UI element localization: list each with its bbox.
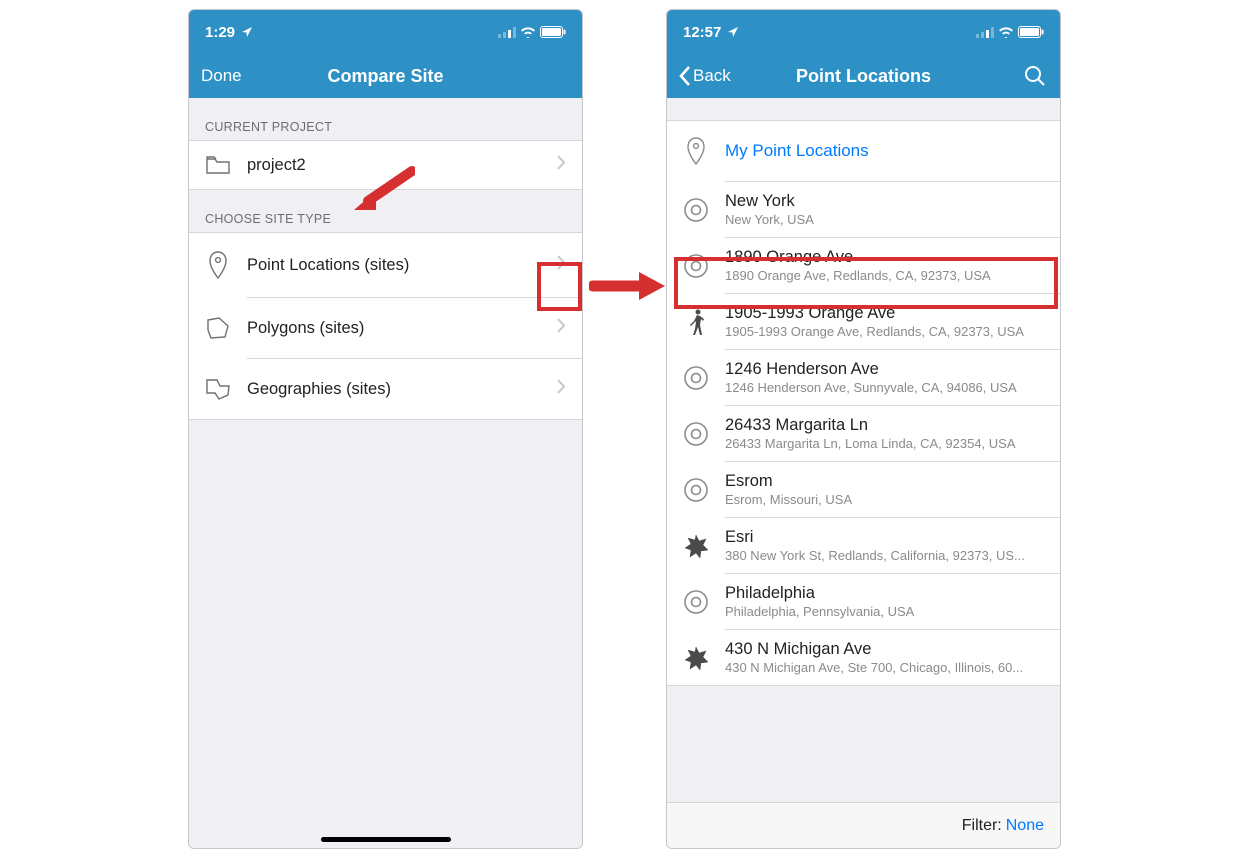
location-services-icon: [241, 26, 253, 38]
chevron-right-icon: [555, 155, 568, 175]
site-type-label: Polygons (sites): [247, 319, 541, 338]
radio-icon: [681, 253, 711, 279]
section-site-type: CHOOSE SITE TYPE: [189, 190, 582, 232]
nav-bar: Back Point Locations: [667, 54, 1060, 98]
location-row[interactable]: 26433 Margarita Ln26433 Margarita Ln, Lo…: [667, 406, 1060, 461]
site-type-label: Point Locations (sites): [247, 256, 541, 275]
geography-icon: [203, 377, 233, 401]
back-label: Back: [693, 66, 731, 86]
search-icon: [1024, 65, 1046, 87]
wifi-icon: [998, 26, 1014, 38]
status-icons: [976, 26, 1044, 38]
status-icons: [498, 26, 566, 38]
filter-value-button[interactable]: None: [1006, 817, 1044, 835]
nav-bar: Done Compare Site: [189, 54, 582, 98]
status-time-group: 1:29: [205, 24, 253, 41]
filter-label: Filter:: [962, 817, 1002, 835]
walk-icon: [681, 308, 711, 336]
phone-compare-site: 1:29 Done Compare Site CURRENT PROJECT p…: [188, 9, 583, 849]
location-subtitle: New York, USA: [725, 212, 1046, 227]
back-button[interactable]: Back: [679, 66, 731, 86]
project-row[interactable]: project2: [189, 141, 582, 189]
battery-icon: [1018, 26, 1044, 38]
my-point-locations-label: My Point Locations: [725, 141, 1046, 161]
section-current-project: CURRENT PROJECT: [189, 98, 582, 140]
location-row[interactable]: 1905-1993 Orange Ave1905-1993 Orange Ave…: [667, 294, 1060, 349]
list-container: My Point Locations New YorkNew York, USA…: [667, 120, 1060, 686]
radio-icon: [681, 197, 711, 223]
location-subtitle: 1905-1993 Orange Ave, Redlands, CA, 9237…: [725, 324, 1046, 339]
location-title: Esri: [725, 528, 1046, 547]
location-row[interactable]: Esri380 New York St, Redlands, Californi…: [667, 518, 1060, 573]
location-title: 1890 Orange Ave: [725, 248, 1046, 267]
location-row[interactable]: 430 N Michigan Ave430 N Michigan Ave, St…: [667, 630, 1060, 685]
location-title: New York: [725, 192, 1046, 211]
site-type-geographies[interactable]: Geographies (sites): [189, 359, 582, 419]
status-time-group: 12:57: [683, 24, 739, 41]
project-name: project2: [247, 156, 541, 175]
phone-point-locations: 12:57 Back Point Locations My Point Loca…: [666, 9, 1061, 849]
location-title: Philadelphia: [725, 584, 1046, 603]
filter-footer: Filter: None: [667, 802, 1060, 848]
location-row[interactable]: PhiladelphiaPhiladelphia, Pennsylvania, …: [667, 574, 1060, 629]
polygon-icon: [203, 316, 233, 340]
location-title: Esrom: [725, 472, 1046, 491]
location-subtitle: 1246 Henderson Ave, Sunnyvale, CA, 94086…: [725, 380, 1046, 395]
status-time: 1:29: [205, 24, 235, 41]
cellular-signal-icon: [498, 27, 516, 38]
location-subtitle: 380 New York St, Redlands, California, 9…: [725, 548, 1046, 563]
my-point-locations-row[interactable]: My Point Locations: [667, 121, 1060, 181]
pin-outline-icon: [681, 137, 711, 165]
location-subtitle: Philadelphia, Pennsylvania, USA: [725, 604, 1046, 619]
location-row[interactable]: EsromEsrom, Missouri, USA: [667, 462, 1060, 517]
nav-title: Point Locations: [796, 66, 931, 87]
location-subtitle: 26433 Margarita Ln, Loma Linda, CA, 9235…: [725, 436, 1046, 451]
project-row-container: project2: [189, 140, 582, 190]
chevron-right-icon: [555, 255, 568, 275]
location-title: 430 N Michigan Ave: [725, 640, 1046, 659]
home-indicator: [321, 837, 451, 842]
radio-icon: [681, 365, 711, 391]
site-type-point-locations[interactable]: Point Locations (sites): [189, 233, 582, 297]
location-services-icon: [727, 26, 739, 38]
site-type-label: Geographies (sites): [247, 380, 541, 399]
starburst-icon: [681, 645, 711, 671]
folder-icon: [203, 155, 233, 175]
site-type-polygons[interactable]: Polygons (sites): [189, 298, 582, 358]
chevron-right-icon: [555, 318, 568, 338]
pin-icon: [203, 251, 233, 279]
site-type-list: Point Locations (sites) Polygons (sites): [189, 232, 582, 420]
done-button[interactable]: Done: [201, 66, 242, 86]
location-subtitle: 1890 Orange Ave, Redlands, CA, 92373, US…: [725, 268, 1046, 283]
status-bar: 12:57: [667, 10, 1060, 54]
radio-icon: [681, 421, 711, 447]
battery-icon: [540, 26, 566, 38]
wifi-icon: [520, 26, 536, 38]
radio-icon: [681, 477, 711, 503]
chevron-left-icon: [679, 66, 691, 86]
compare-site-body: CURRENT PROJECT project2 CHOOSE SITE TYP…: [189, 98, 582, 848]
status-bar: 1:29: [189, 10, 582, 54]
starburst-icon: [681, 533, 711, 559]
location-row[interactable]: 1246 Henderson Ave1246 Henderson Ave, Su…: [667, 350, 1060, 405]
location-subtitle: 430 N Michigan Ave, Ste 700, Chicago, Il…: [725, 660, 1046, 675]
location-row[interactable]: 1890 Orange Ave1890 Orange Ave, Redlands…: [667, 238, 1060, 293]
cellular-signal-icon: [976, 27, 994, 38]
location-subtitle: Esrom, Missouri, USA: [725, 492, 1046, 507]
radio-icon: [681, 589, 711, 615]
chevron-right-icon: [555, 379, 568, 399]
location-title: 26433 Margarita Ln: [725, 416, 1046, 435]
nav-title: Compare Site: [327, 66, 443, 87]
search-button[interactable]: [1024, 65, 1046, 87]
point-locations-list[interactable]: My Point Locations New YorkNew York, USA…: [667, 98, 1060, 802]
done-label: Done: [201, 66, 242, 86]
annotation-arrow-between: [589, 268, 669, 304]
location-row[interactable]: New YorkNew York, USA: [667, 182, 1060, 237]
location-title: 1246 Henderson Ave: [725, 360, 1046, 379]
location-title: 1905-1993 Orange Ave: [725, 304, 1046, 323]
status-time: 12:57: [683, 24, 721, 41]
